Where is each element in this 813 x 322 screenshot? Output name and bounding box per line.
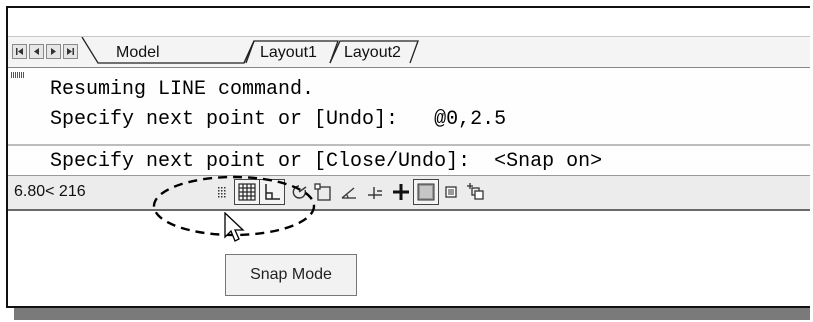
tab-model-label: Model bbox=[116, 44, 160, 61]
tab-layout2-label: Layout2 bbox=[344, 44, 401, 61]
quick-properties-icon[interactable] bbox=[438, 179, 464, 205]
layout-tab-bar: Model Layout1 Layout2 bbox=[8, 36, 810, 69]
command-window[interactable]: Resuming LINE command. Specify next poin… bbox=[8, 68, 810, 173]
command-separator bbox=[8, 144, 810, 146]
tab-model[interactable]: Model bbox=[8, 40, 810, 66]
tooltip: Snap Mode bbox=[225, 254, 357, 296]
mouse-cursor-icon bbox=[224, 212, 245, 242]
tab-layout1-label: Layout1 bbox=[260, 44, 317, 61]
command-history-line: Specify next point or [Undo]: @0,2.5 bbox=[50, 108, 507, 131]
dynamic-ucs-icon[interactable] bbox=[336, 179, 362, 205]
object-snap-tracking-icon[interactable] bbox=[362, 179, 388, 205]
status-bar: 6.80< 216 bbox=[8, 175, 810, 211]
selection-cycling-icon[interactable] bbox=[463, 179, 489, 205]
lineweight-icon[interactable] bbox=[413, 179, 439, 205]
dynamic-input-icon[interactable] bbox=[388, 179, 414, 205]
command-prompt-line[interactable]: Specify next point or [Close/Undo]: <Sna… bbox=[50, 150, 602, 173]
command-history-line: Resuming LINE command. bbox=[50, 78, 315, 101]
grip-handle-icon[interactable] bbox=[11, 72, 25, 78]
autocad-window: Model Layout1 Layout2 Resuming LINE comm… bbox=[6, 6, 810, 308]
coordinate-readout[interactable]: 6.80< 216 bbox=[14, 183, 86, 201]
